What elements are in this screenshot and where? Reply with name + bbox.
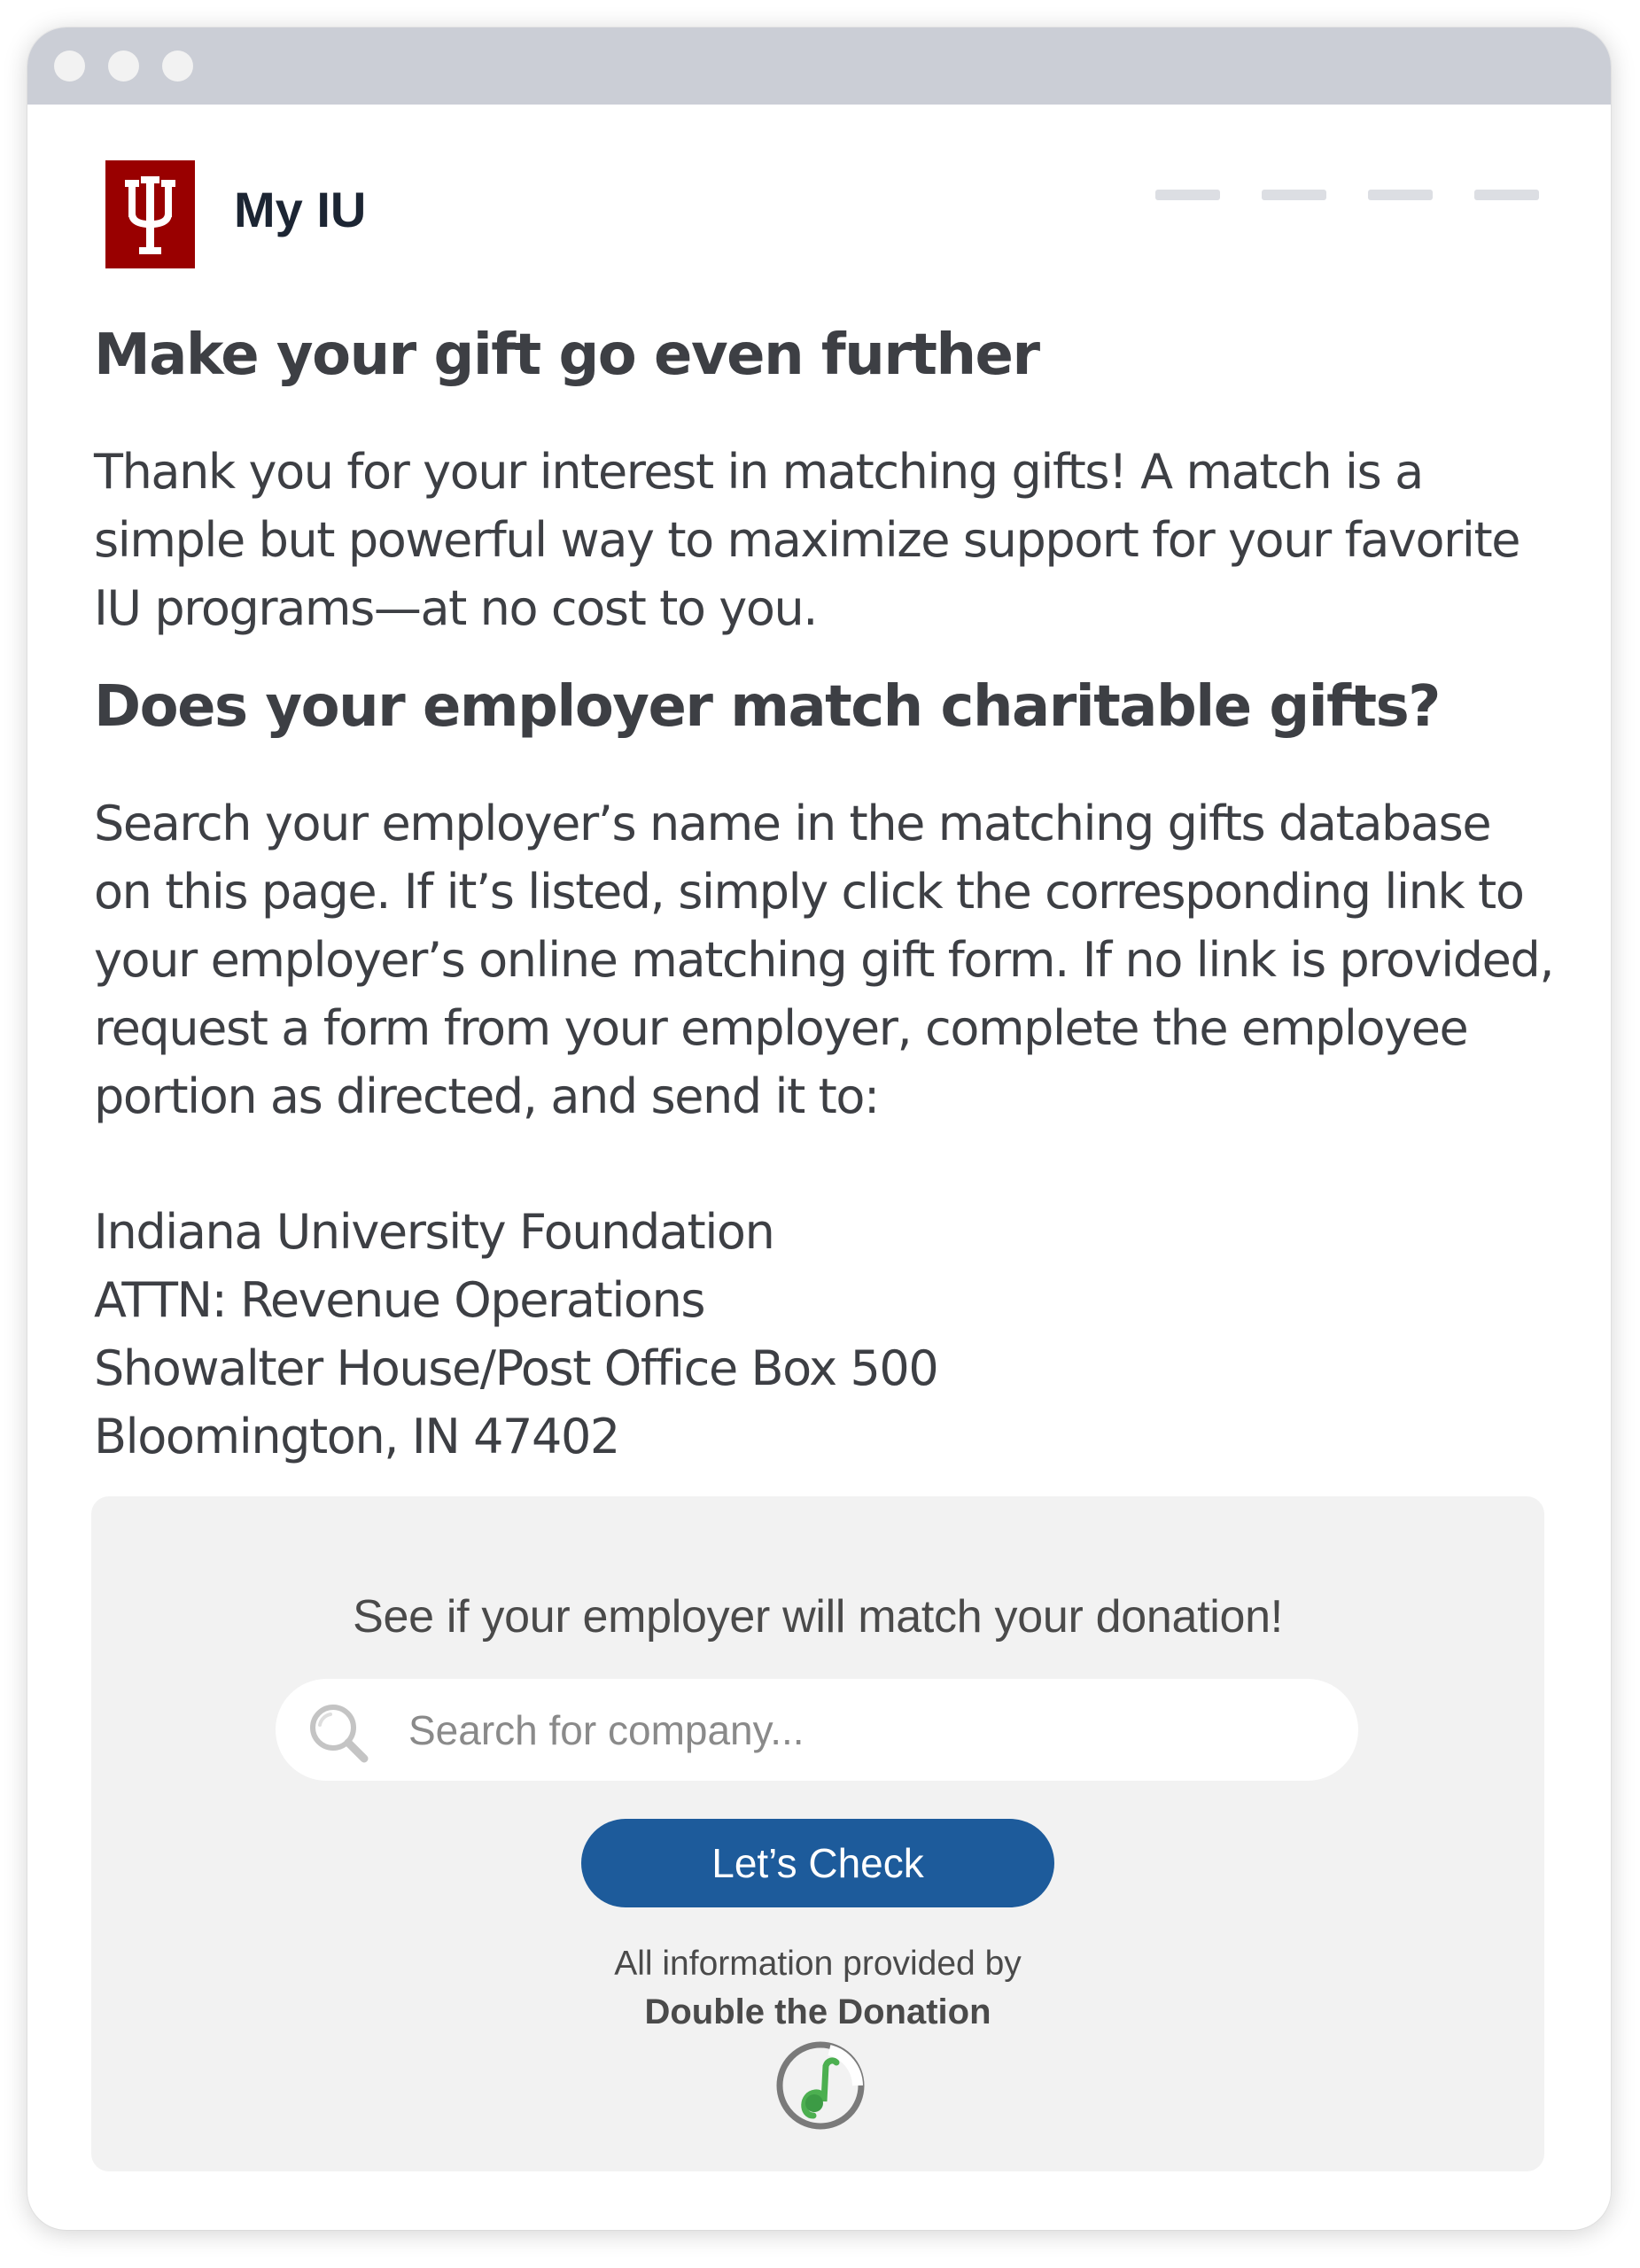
trident-icon [125,176,175,254]
instructions-paragraph: Search your employer’s name in the match… [94,789,1600,1130]
instructions-line: portion as directed, and send it to: [94,1068,880,1124]
instructions-line: Search your employer’s name in the match… [94,796,1492,851]
address-line: Bloomington, IN 47402 [94,1409,620,1464]
instructions-line: on this page. If it’s listed, simply cli… [94,864,1525,920]
company-search-input[interactable] [408,1679,1330,1781]
window-close-control[interactable] [54,50,85,82]
company-search-box[interactable] [276,1679,1358,1781]
intro-line: simple but powerful way to maximize supp… [94,512,1520,568]
instructions-line: request a form from your employer, compl… [94,1000,1469,1056]
widget-title: See if your employer will match your don… [353,1591,1283,1643]
site-brand[interactable]: My IU [234,185,366,235]
nav-placeholder-3[interactable] [1368,190,1433,200]
double-the-donation-logo-icon[interactable] [774,2039,867,2132]
intro-line: Thank you for your interest in matching … [94,444,1424,500]
iu-trident-logo[interactable] [105,160,195,268]
browser-window: My IU Make your gift go even further Tha… [27,27,1611,2230]
nav-placeholder-1[interactable] [1155,190,1220,200]
heading-gift-further: Make your gift go even further [94,322,1040,388]
search-icon [310,1705,369,1763]
matching-gift-search-widget: See if your employer will match your don… [91,1496,1544,2171]
intro-line: IU programs—at no cost to you. [94,580,818,636]
intro-paragraph: Thank you for your interest in matching … [94,438,1600,642]
nav-placeholder-2[interactable] [1262,190,1326,200]
mailing-address: Indiana University Foundation ATTN: Reve… [94,1198,1600,1471]
window-maximize-control[interactable] [162,50,193,82]
lets-check-button[interactable]: Let’s Check [581,1819,1054,1907]
provider-name[interactable]: Double the Donation [91,1994,1544,2030]
address-line: ATTN: Revenue Operations [94,1272,706,1328]
provided-by-label: All information provided by [614,1945,1022,1983]
nav-placeholder-4[interactable] [1474,190,1539,200]
window-titlebar [27,27,1611,105]
heading-employer-match: Does your employer match charitable gift… [94,674,1441,740]
instructions-line: your employer’s online matching gift for… [94,932,1555,988]
address-line: Showalter House/Post Office Box 500 [94,1340,939,1396]
window-minimize-control[interactable] [108,50,139,82]
address-line: Indiana University Foundation [94,1204,775,1260]
